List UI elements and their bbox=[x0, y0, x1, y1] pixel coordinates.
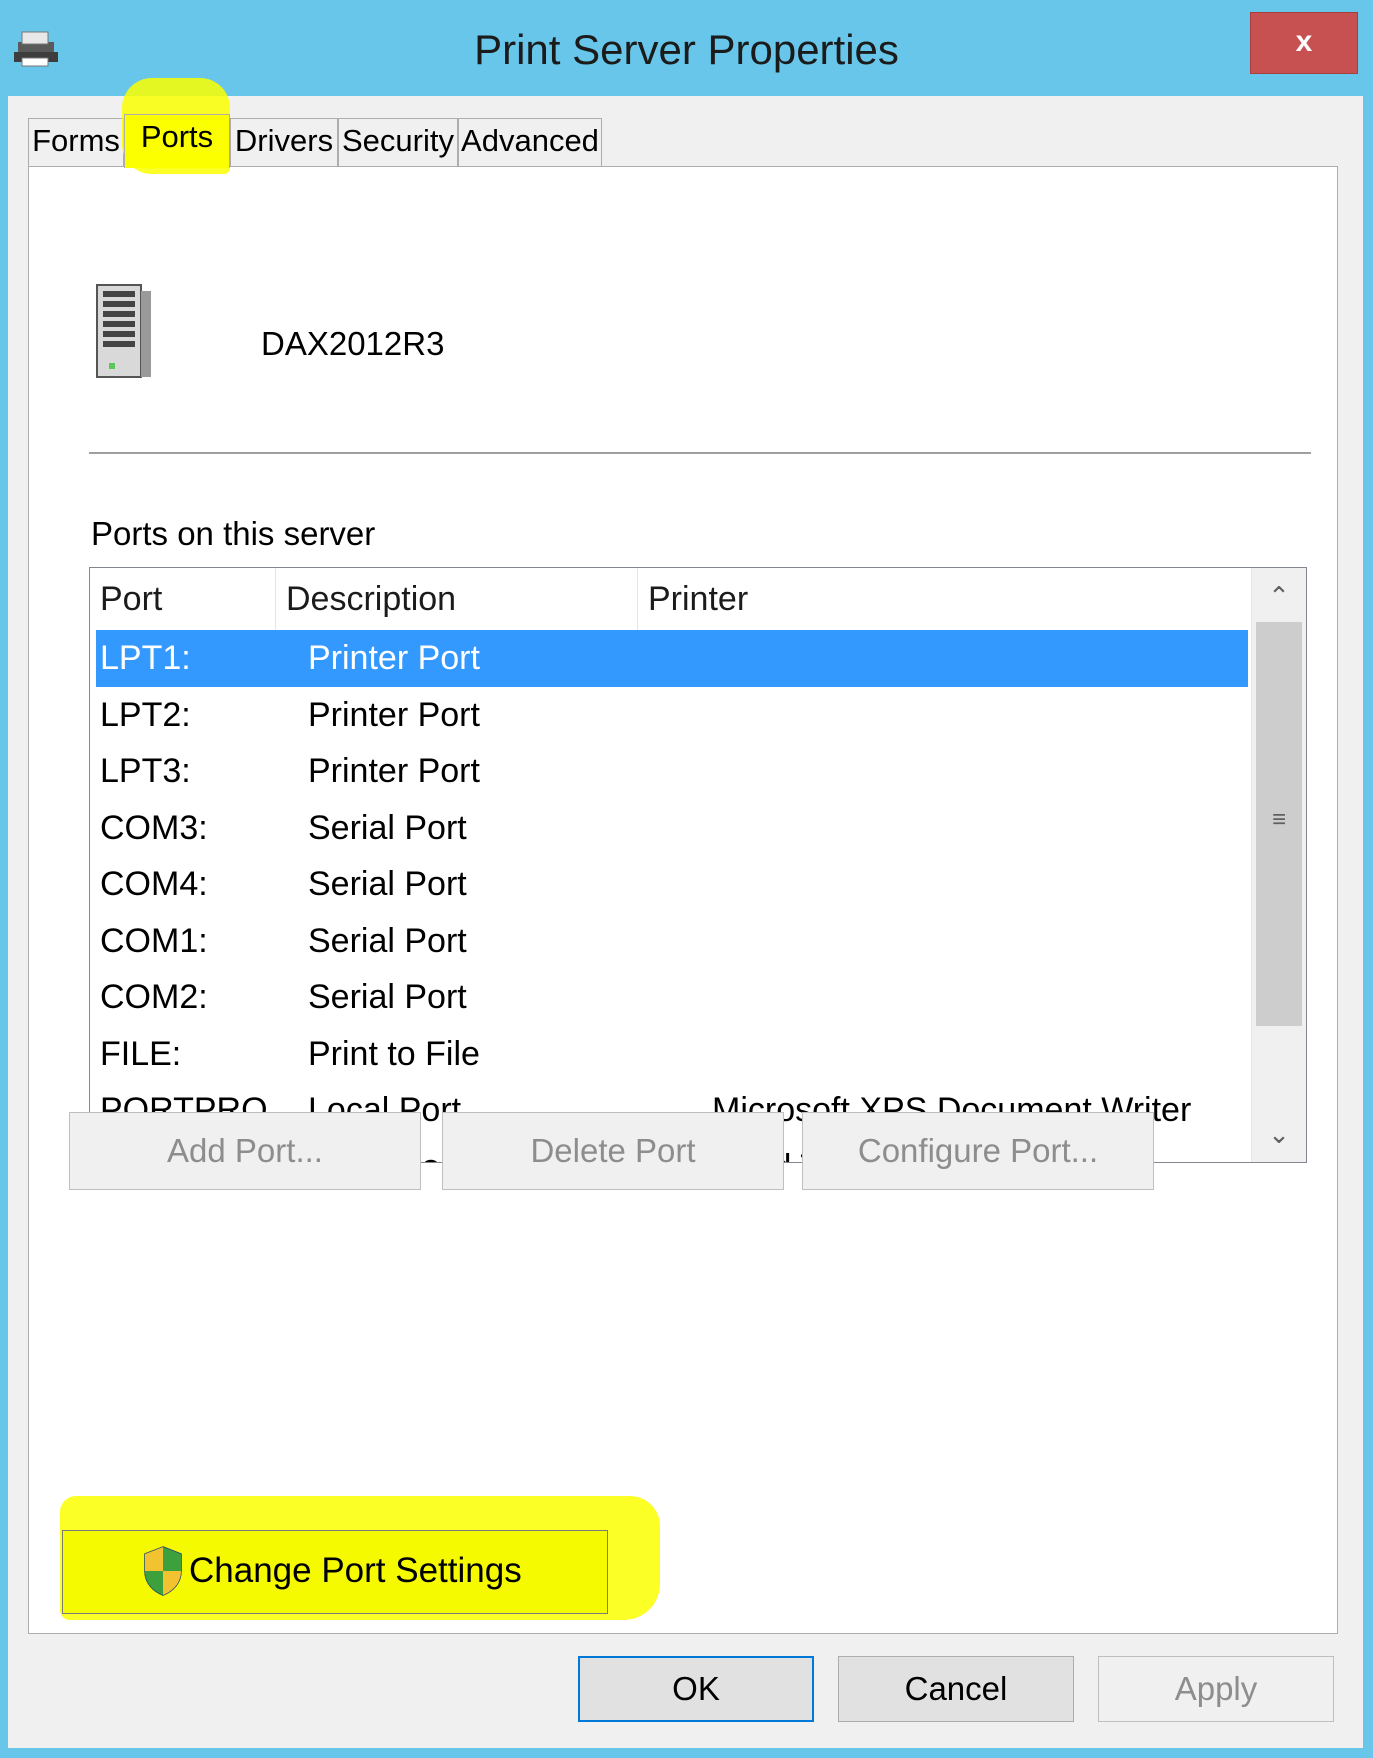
description-cell: Serial Port bbox=[308, 921, 467, 960]
tab-ports-label: Ports bbox=[140, 119, 214, 154]
apply-button[interactable]: Apply bbox=[1098, 1656, 1334, 1722]
table-row[interactable]: LPT1: Printer Port bbox=[96, 630, 1248, 687]
port-cell: COM4: bbox=[100, 865, 208, 903]
table-row[interactable]: COM1: Serial Port bbox=[90, 913, 1250, 970]
tab-ports[interactable]: Ports bbox=[124, 114, 230, 168]
tab-drivers[interactable]: Drivers bbox=[230, 118, 338, 166]
dialog-client-area: Forms Ports Drivers Security Advanced DA… bbox=[8, 78, 1363, 1748]
description-cell: Serial Port bbox=[308, 978, 467, 1016]
column-header-printer[interactable]: Printer bbox=[638, 568, 1128, 630]
description-cell: Printer Port bbox=[308, 752, 480, 790]
server-icon bbox=[96, 284, 151, 378]
separator-line bbox=[89, 452, 1311, 455]
grip-icon: ≡ bbox=[1271, 806, 1286, 833]
port-cell: LPT1: bbox=[100, 639, 191, 677]
table-row[interactable]: COM2: Serial Port bbox=[90, 969, 1250, 1026]
column-header-description[interactable]: Description bbox=[276, 568, 638, 630]
ports-section-label: Ports on this server bbox=[91, 515, 376, 552]
table-row[interactable]: COM4: Serial Port bbox=[90, 856, 1250, 913]
port-cell: LPT2: bbox=[100, 695, 191, 734]
print-server-properties-window: Print Server Properties x Forms Ports Dr… bbox=[0, 0, 1373, 1758]
description-cell: Serial Port bbox=[308, 865, 467, 903]
vertical-scrollbar[interactable]: ⌃ ≡ ⌄ bbox=[1251, 568, 1306, 1162]
change-port-settings-button[interactable]: Change Port Settings bbox=[62, 1530, 608, 1614]
description-cell: Print to File bbox=[308, 1034, 480, 1073]
tab-drivers-label: Drivers bbox=[234, 123, 334, 158]
ports-tab-panel: DAX2012R3 Ports on this server Port Desc… bbox=[28, 166, 1338, 1634]
table-row[interactable]: FILE: Print to File bbox=[90, 1026, 1250, 1083]
scroll-down-arrow-icon[interactable]: ⌄ bbox=[1252, 1108, 1306, 1160]
server-name: DAX2012R3 bbox=[261, 325, 445, 362]
description-cell: Serial Port bbox=[308, 808, 467, 847]
table-row[interactable]: COM3: Serial Port bbox=[90, 800, 1250, 857]
delete-port-button[interactable]: Delete Port bbox=[442, 1112, 784, 1190]
tab-security-label: Security bbox=[342, 123, 454, 158]
port-cell: COM2: bbox=[100, 978, 208, 1016]
description-cell: Printer Port bbox=[308, 639, 480, 677]
table-row[interactable]: LPT3: Printer Port bbox=[90, 743, 1250, 800]
uac-shield-icon bbox=[144, 1546, 182, 1596]
tab-forms[interactable]: Forms bbox=[28, 118, 124, 166]
configure-port-button[interactable]: Configure Port... bbox=[802, 1112, 1154, 1190]
column-header-port[interactable]: Port bbox=[90, 568, 276, 630]
table-row[interactable]: LPT2: Printer Port bbox=[90, 687, 1250, 744]
add-port-button[interactable]: Add Port... bbox=[69, 1112, 421, 1190]
port-cell: COM3: bbox=[100, 808, 208, 847]
tab-security[interactable]: Security bbox=[338, 118, 458, 166]
ports-list[interactable]: Port Description Printer LPT1: Printer Po… bbox=[89, 567, 1307, 1163]
tab-advanced[interactable]: Advanced bbox=[458, 118, 602, 166]
scroll-up-arrow-icon[interactable]: ⌃ bbox=[1252, 570, 1306, 622]
window-title: Print Server Properties bbox=[474, 26, 899, 73]
change-port-settings-label: Change Port Settings bbox=[189, 1551, 522, 1590]
ports-list-rows: LPT1: Printer Port LPT2: Printer Port LPT3: P… bbox=[90, 630, 1250, 1162]
cancel-button[interactable]: Cancel bbox=[838, 1656, 1074, 1722]
close-button[interactable]: x bbox=[1250, 12, 1358, 74]
tab-advanced-label: Advanced bbox=[461, 123, 599, 158]
port-cell: LPT3: bbox=[100, 752, 191, 790]
tab-forms-label: Forms bbox=[32, 123, 120, 158]
ok-button[interactable]: OK bbox=[578, 1656, 814, 1722]
port-cell: FILE: bbox=[100, 1034, 182, 1073]
port-cell: COM1: bbox=[100, 921, 208, 960]
ports-list-header: Port Description Printer bbox=[90, 568, 1250, 630]
description-cell: Printer Port bbox=[308, 695, 480, 734]
scroll-thumb[interactable]: ≡ bbox=[1256, 622, 1302, 1026]
close-icon: x bbox=[1295, 25, 1313, 58]
